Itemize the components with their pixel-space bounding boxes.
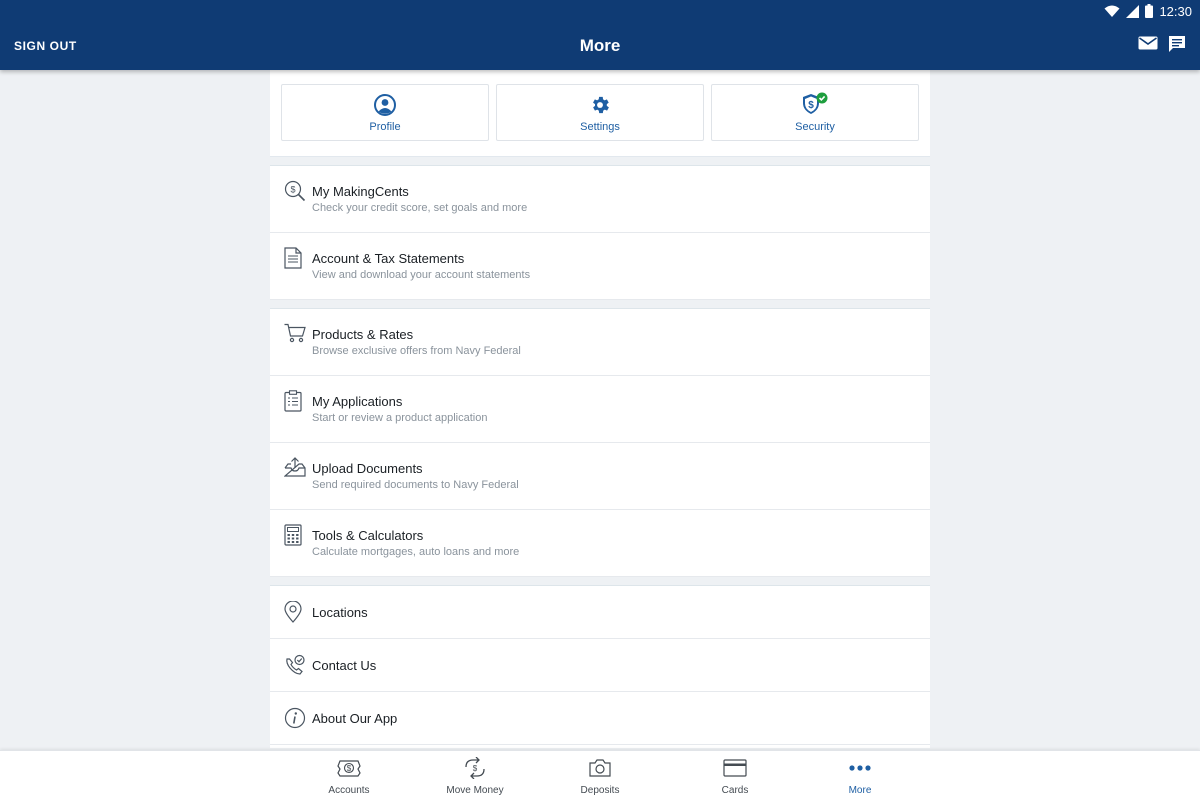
menu-item-my-makingcents[interactable]: $ My MakingCents Check your credit score… (270, 166, 930, 233)
svg-text:$: $ (808, 100, 814, 111)
menu-item-locations[interactable]: Locations (270, 586, 930, 639)
menu-item-title: My MakingCents (312, 184, 409, 199)
svg-text:$: $ (473, 764, 478, 773)
wifi-icon (1104, 5, 1120, 17)
mail-icon[interactable] (1138, 35, 1158, 51)
menu-item-about-our-app[interactable]: About Our App (270, 692, 930, 745)
settings-button[interactable]: Settings (496, 84, 704, 141)
nav-deposits[interactable]: Deposits (545, 757, 655, 796)
menu-item-subtitle: Browse exclusive offers from Navy Federa… (312, 345, 521, 357)
quick-actions: Profile Settings $ Security (270, 70, 930, 157)
menu-item-contact-us[interactable]: Contact Us (270, 639, 930, 692)
upload-tray-icon (284, 457, 306, 477)
section-divider (270, 577, 930, 586)
location-pin-icon (284, 601, 302, 623)
menu-item-title: Tools & Calculators (312, 528, 424, 543)
menu-item-subtitle: Send required documents to Navy Federal (312, 479, 519, 491)
cart-icon (284, 323, 306, 343)
phone-check-icon (286, 654, 305, 675)
page-title: More (579, 36, 621, 55)
section-divider (270, 157, 930, 166)
svg-text:$: $ (347, 764, 352, 773)
menu-item-subtitle: Start or review a product application (312, 412, 488, 424)
nav-label: Cards (721, 785, 749, 796)
signal-icon (1126, 4, 1140, 18)
menu-item-subtitle: Calculate mortgages, auto loans and more (312, 546, 520, 558)
settings-label: Settings (580, 120, 620, 133)
menu-item-title: Upload Documents (312, 461, 423, 476)
menu-item-my-applications[interactable]: My Applications Start or review a produc… (270, 376, 930, 443)
nav-accounts[interactable]: $ Accounts (294, 757, 404, 796)
nav-label: Deposits (580, 785, 620, 796)
menu-item-title: About Our App (312, 710, 398, 726)
menu-item-subtitle: View and download your account statement… (312, 269, 531, 281)
profile-label: Profile (369, 120, 401, 133)
security-label: Security (795, 120, 835, 133)
card-icon (723, 759, 747, 777)
nav-label: Move Money (446, 785, 504, 796)
nav-label: More (848, 785, 872, 796)
menu-item-title: Locations (312, 604, 368, 620)
camera-icon (589, 759, 611, 777)
app-bar: 12:30 SIGN OUT More (0, 0, 1200, 70)
battery-icon (1145, 4, 1154, 18)
dollar-search-icon: $ (284, 180, 306, 202)
status-bar: 12:30 (1104, 3, 1192, 19)
profile-icon (374, 93, 396, 116)
menu-item-subtitle: Check your credit score, set goals and m… (312, 202, 528, 214)
svg-text:$: $ (290, 185, 295, 195)
calculator-icon (284, 524, 302, 546)
nav-label: Accounts (328, 785, 370, 796)
dollar-box-icon: $ (337, 760, 361, 777)
clipboard-icon (284, 390, 302, 412)
transfer-icon: $ (465, 757, 485, 779)
more-dots-icon (849, 765, 871, 771)
chat-icon[interactable] (1168, 35, 1186, 53)
menu-item-title: Account & Tax Statements (312, 251, 465, 266)
status-time: 12:30 (1159, 3, 1192, 19)
security-button[interactable]: $ Security (711, 84, 919, 141)
shield-check-icon: $ (803, 92, 828, 114)
nav-cards[interactable]: Cards (680, 757, 790, 796)
menu-item-title: My Applications (312, 394, 403, 409)
more-panel: Profile Settings $ Security $ My MakingC… (270, 70, 930, 748)
nav-move-money[interactable]: $ Move Money (420, 757, 530, 796)
section-divider (270, 300, 930, 309)
menu-item-products-rates[interactable]: Products & Rates Browse exclusive offers… (270, 309, 930, 376)
gear-icon (593, 96, 609, 113)
bottom-nav: $ Accounts $ Move Money Deposits Cards M… (0, 750, 1200, 800)
menu-item-title: Products & Rates (312, 327, 414, 342)
menu-item-upload-documents[interactable]: Upload Documents Send required documents… (270, 443, 930, 510)
menu-item-account-tax-statements[interactable]: Account & Tax Statements View and downlo… (270, 233, 930, 300)
nav-more[interactable]: More (805, 757, 915, 796)
info-icon (284, 707, 306, 729)
document-icon (284, 247, 302, 269)
profile-button[interactable]: Profile (281, 84, 489, 141)
menu-item-tools-calculators[interactable]: Tools & Calculators Calculate mortgages,… (270, 510, 930, 577)
menu-item-title: Contact Us (312, 657, 377, 673)
